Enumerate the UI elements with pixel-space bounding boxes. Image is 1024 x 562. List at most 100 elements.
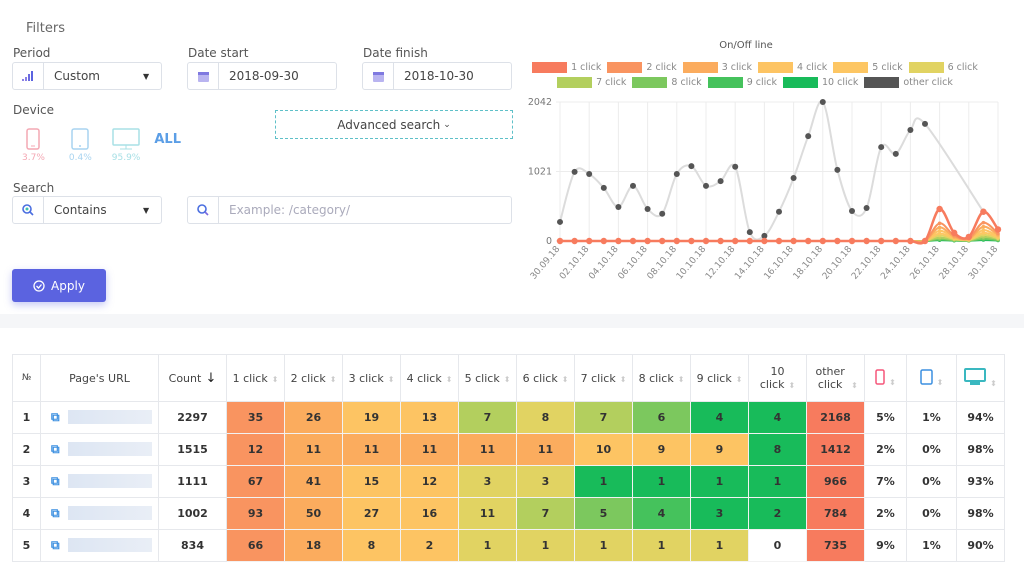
- page-url-redacted[interactable]: [67, 506, 152, 520]
- sort-icon[interactable]: ⬍: [937, 378, 944, 387]
- column-header[interactable]: 2 click ⬍: [284, 354, 343, 402]
- sort-icon[interactable]: ⬍: [736, 375, 743, 384]
- tablet-pct-cell: 0%: [906, 497, 957, 530]
- column-header[interactable]: 3 click ⬍: [342, 354, 401, 402]
- column-header-label: 5 click: [464, 371, 500, 385]
- device-tablet[interactable]: 0.4%: [69, 128, 92, 163]
- search-input[interactable]: Example: /category/: [187, 196, 512, 224]
- data-point: [659, 237, 666, 245]
- click-cell: 66: [226, 529, 285, 562]
- x-tick-label: 10.10.18: [675, 244, 709, 281]
- sort-desc-icon[interactable]: ↓: [201, 371, 216, 386]
- search-placeholder: Example: /category/: [229, 203, 351, 217]
- column-header-mobile[interactable]: ⬍: [864, 354, 907, 402]
- data-point: [834, 237, 841, 245]
- date-finish-field[interactable]: 2018-10-30: [362, 62, 512, 90]
- advanced-search-label: Advanced search: [337, 117, 441, 132]
- data-point: [921, 237, 929, 245]
- data-point: [703, 182, 709, 189]
- click-cell: 1: [748, 465, 807, 498]
- period-select[interactable]: Custom ▼: [12, 62, 162, 90]
- click-cell: 1: [690, 465, 749, 498]
- device-desktop[interactable]: 95.9%: [112, 128, 140, 163]
- tablet-pct-cell: 0%: [906, 465, 957, 498]
- click-cell: 11: [516, 433, 575, 466]
- table-header-row: № Page's URL Count ↓ 1 click ⬍ 2 click ⬍ 3 clic…: [12, 354, 1005, 402]
- column-header-label: Page's URL: [69, 371, 130, 385]
- tablet-icon: [919, 368, 933, 388]
- advanced-search-button[interactable]: Advanced search ⌄: [275, 110, 513, 139]
- click-cell: 2168: [806, 401, 865, 434]
- period-value: Custom: [54, 69, 100, 83]
- click-cell: 8: [748, 433, 807, 466]
- x-tick-label: 24.10.18: [879, 244, 913, 281]
- sort-icon[interactable]: ⬍: [990, 379, 997, 388]
- sort-icon[interactable]: ⬍: [388, 375, 395, 384]
- sort-icon[interactable]: ⬍: [272, 375, 279, 384]
- data-point: [936, 205, 943, 213]
- search-mode-select[interactable]: Contains ▼: [12, 196, 162, 224]
- column-header[interactable]: 5 click ⬍: [458, 354, 517, 402]
- page-url-redacted[interactable]: [67, 474, 152, 488]
- sort-icon[interactable]: ⬍: [889, 378, 896, 387]
- sort-icon[interactable]: ⬍: [851, 381, 858, 390]
- pages-table: № Page's URL Count ↓ 1 click ⬍ 2 click ⬍ 3 clic…: [12, 354, 1005, 562]
- column-header-tablet[interactable]: ⬍: [906, 354, 957, 402]
- data-point: [981, 224, 986, 229]
- x-tick-label: 04.10.18: [587, 244, 621, 281]
- page-url-redacted[interactable]: [67, 442, 152, 456]
- row-number: 1: [12, 401, 41, 434]
- data-point: [586, 237, 593, 245]
- date-start-field[interactable]: 2018-09-30: [187, 62, 337, 90]
- external-link-icon[interactable]: ⧉: [51, 474, 60, 488]
- count-cell: 1111: [158, 465, 227, 498]
- data-point: [746, 237, 753, 245]
- mobile-icon: [875, 368, 885, 388]
- column-header[interactable]: 10 click ⬍: [748, 354, 807, 402]
- page-url-redacted[interactable]: [67, 538, 152, 552]
- sort-icon[interactable]: ⬍: [446, 375, 453, 384]
- data-point: [775, 237, 783, 245]
- sort-icon[interactable]: ⬍: [504, 375, 511, 384]
- data-point: [557, 218, 563, 225]
- external-link-icon[interactable]: ⧉: [51, 442, 60, 456]
- external-link-icon[interactable]: ⧉: [51, 506, 60, 520]
- count-cell: 2297: [158, 401, 227, 434]
- device-all[interactable]: ALL: [154, 132, 181, 147]
- column-header-desktop[interactable]: ⬍: [956, 354, 1005, 402]
- click-cell: 12: [400, 465, 459, 498]
- device-mobile[interactable]: 3.7%: [22, 128, 45, 163]
- data-point: [849, 208, 855, 215]
- on-off-chart: On/Off line 1 click 2 click 3 click 4 click…: [520, 34, 1024, 314]
- page-url-redacted[interactable]: [67, 410, 152, 424]
- filters-title: Filters: [26, 21, 65, 36]
- column-header[interactable]: 7 click ⬍: [574, 354, 633, 402]
- column-header[interactable]: 9 click ⬍: [690, 354, 749, 402]
- sort-icon[interactable]: ⬍: [788, 381, 795, 390]
- y-tick-label: 1021: [528, 167, 552, 178]
- sort-icon[interactable]: ⬍: [330, 375, 337, 384]
- click-cell: 18: [284, 529, 343, 562]
- x-tick-label: 16.10.18: [762, 244, 796, 281]
- sort-icon[interactable]: ⬍: [562, 375, 569, 384]
- column-header-label: 2 click: [290, 371, 326, 385]
- column-header[interactable]: 4 click ⬍: [400, 354, 459, 402]
- data-point: [980, 208, 987, 215]
- column-header[interactable]: 6 click ⬍: [516, 354, 575, 402]
- apply-button[interactable]: Apply: [12, 269, 106, 302]
- column-header[interactable]: 8 click ⬍: [632, 354, 691, 402]
- sort-icon[interactable]: ⬍: [678, 375, 685, 384]
- external-link-icon[interactable]: ⧉: [51, 410, 60, 424]
- data-point: [571, 168, 578, 175]
- column-header[interactable]: Count ↓: [158, 354, 227, 402]
- desktop-icon: [112, 128, 140, 150]
- external-link-icon[interactable]: ⧉: [51, 538, 60, 552]
- mobile-pct-cell: 2%: [864, 497, 907, 530]
- column-header[interactable]: other click ⬍: [806, 354, 865, 402]
- click-cell: 19: [342, 401, 401, 434]
- data-point: [659, 210, 666, 217]
- data-point: [892, 150, 899, 157]
- column-header[interactable]: 1 click ⬍: [226, 354, 285, 402]
- sort-icon[interactable]: ⬍: [620, 375, 627, 384]
- data-point: [644, 206, 651, 213]
